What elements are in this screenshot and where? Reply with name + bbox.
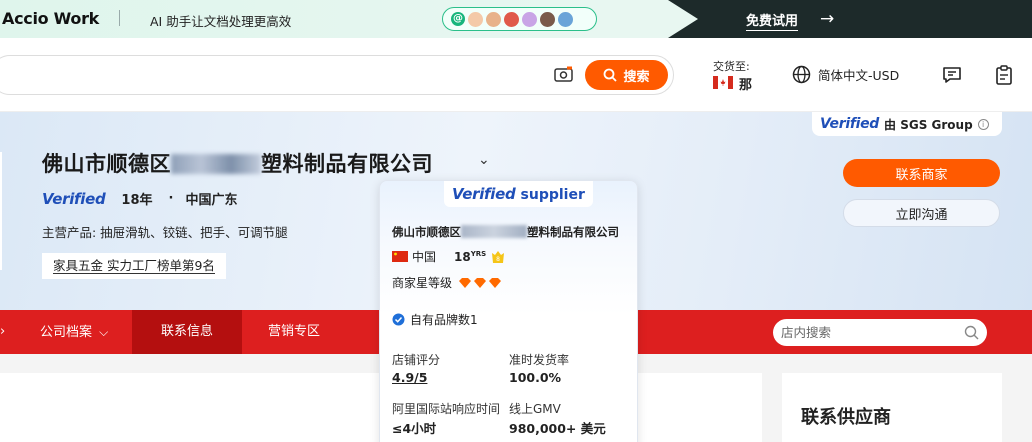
gold-supplier-icon: 8 [492,250,505,263]
diamond-icon [489,277,502,288]
verified-check-icon [392,313,405,326]
diamond-rating [458,277,502,289]
sgs-verified-badge[interactable]: Verified 由 SGS Group i [812,112,1002,136]
ship-destination: 那 [739,78,753,93]
tab-contact-info[interactable]: 联系信息 [132,310,242,354]
avatar-icon [504,11,519,27]
company-name-suffix: 塑料制品有限公司 [527,225,619,239]
company-name-suffix: 塑料制品有限公司 [261,152,433,176]
search-button[interactable]: 搜索 [585,60,668,90]
panel-title: 联系供应商 [801,407,891,428]
at-icon: @ [451,12,465,26]
avatar-icon [486,11,501,27]
contact-supplier-panel: 联系供应商 [782,373,1002,442]
location: 中国广东 [185,193,238,208]
hero-side-card [0,152,2,270]
country: 中国 [412,250,437,264]
tab-label: 公司档案 [40,325,93,340]
store-search-input[interactable]: 店内搜索 [773,319,987,346]
language-selector[interactable]: 简体中文-USD [792,65,899,84]
nav-chevron-icon[interactable]: › [0,310,10,354]
popover-years: 18 [454,249,471,264]
diamond-icon [459,277,472,288]
company-name-prefix: 佛山市顺德区 [392,225,461,239]
tab-label: 营销专区 [268,324,321,339]
popover-company-name[interactable]: 佛山市顺德区 塑料制品有限公司 [392,224,619,240]
company-name-prefix: 佛山市顺德区 [42,152,171,176]
china-flag-icon [392,251,408,262]
store-rating[interactable]: 4.9/5 [392,370,427,385]
search-icon [604,68,618,82]
message-icon[interactable] [942,65,962,85]
arrow-right-icon[interactable]: → [820,9,834,29]
supplier-word: supplier [520,187,585,203]
tab-company-profile[interactable]: 公司档案 ⌵ [40,310,108,354]
response-time-label: 阿里国际站响应时间 [392,402,501,416]
free-trial-link[interactable]: 免费试用 [746,10,799,31]
gmv-label: 线上GMV [509,402,561,416]
promo-banner: Accio Work AI 助手让文档处理更高效 @ 免费试用 → [0,0,1032,38]
redacted-text [461,225,527,238]
ship-label: 交货至: [713,60,750,73]
own-brand-row: 自有品牌数1 [392,311,478,328]
agent-avatars[interactable]: @ [442,7,597,31]
tab-label: 联系信息 [160,324,213,339]
camera-search-icon[interactable] [554,66,573,82]
sgs-verified-logo: Verified [820,116,880,132]
redacted-text [171,154,261,174]
tab-marketing[interactable]: 营销专区 [268,310,320,354]
star-level-row: 商家星等级 [392,274,502,291]
search-icon[interactable] [964,325,979,340]
divider [119,10,120,26]
ship-to[interactable]: 交货至: 那 [713,58,752,93]
avatar-icon [468,11,483,27]
popover-meta-row: 中国 18 YRS 8 [392,248,506,265]
language-label: 简体中文-USD [818,68,900,83]
ranking-badge[interactable]: 家具五金 实力工厂榜单第9名 [42,253,226,279]
promo-tagline: AI 助手让文档处理更高效 [150,14,292,29]
canada-flag-icon [713,76,733,89]
contact-supplier-button[interactable]: 联系商家 [843,159,1000,187]
info-icon[interactable]: i [977,118,989,130]
header: 搜索 交货至: 那 简体中文-USD [0,38,1032,112]
supplier-popover: Verified supplier 佛山市顺德区 塑料制品有限公司 中国 18 Y… [379,180,638,442]
response-time: ≤4小时 [392,421,437,436]
search-button-label: 搜索 [623,69,650,85]
svg-text:8: 8 [496,256,500,263]
verified-badge[interactable]: Verified [42,190,106,208]
years-unit: YRS [470,249,487,258]
diamond-icon [474,277,487,288]
verified-row: Verified 18年 · 中国广东 [42,189,238,209]
years-in-business: 18年 [121,193,153,208]
accio-logo[interactable]: Accio Work [2,9,99,28]
chevron-down-icon[interactable]: ⌄ [478,152,490,168]
avatar-icon [558,11,573,27]
chat-now-button[interactable]: 立即沟通 [843,199,1000,227]
avatar-icon [522,11,537,27]
star-level-label: 商家星等级 [392,276,453,290]
verified-supplier-badge: Verified supplier [444,181,593,207]
ontime-rate: 100.0% [509,370,562,385]
own-brand-count: 自有品牌数1 [410,313,478,327]
avatar-icon [540,11,555,27]
store-search-placeholder: 店内搜索 [781,325,832,340]
dot-separator: · [168,191,174,206]
online-gmv: 980,000+ 美元 [509,421,606,436]
store-rating-label: 店铺评分 [392,353,441,367]
main-products: 主营产品: 抽屉滑轨、铰链、把手、可调节腿 [42,225,288,240]
chevron-down-icon: ⌵ [99,325,109,339]
sgs-by-label: 由 SGS Group [884,117,973,132]
verified-logo: Verified [452,185,516,203]
promo-cta-area [668,0,1032,38]
ranking-text: 家具五金 实力工厂榜单第9名 [53,258,215,274]
globe-icon [792,65,811,84]
ontime-label: 准时发货率 [509,353,570,367]
company-name[interactable]: 佛山市顺德区 塑料制品有限公司 [42,148,433,178]
orders-clipboard-icon[interactable] [994,65,1014,85]
